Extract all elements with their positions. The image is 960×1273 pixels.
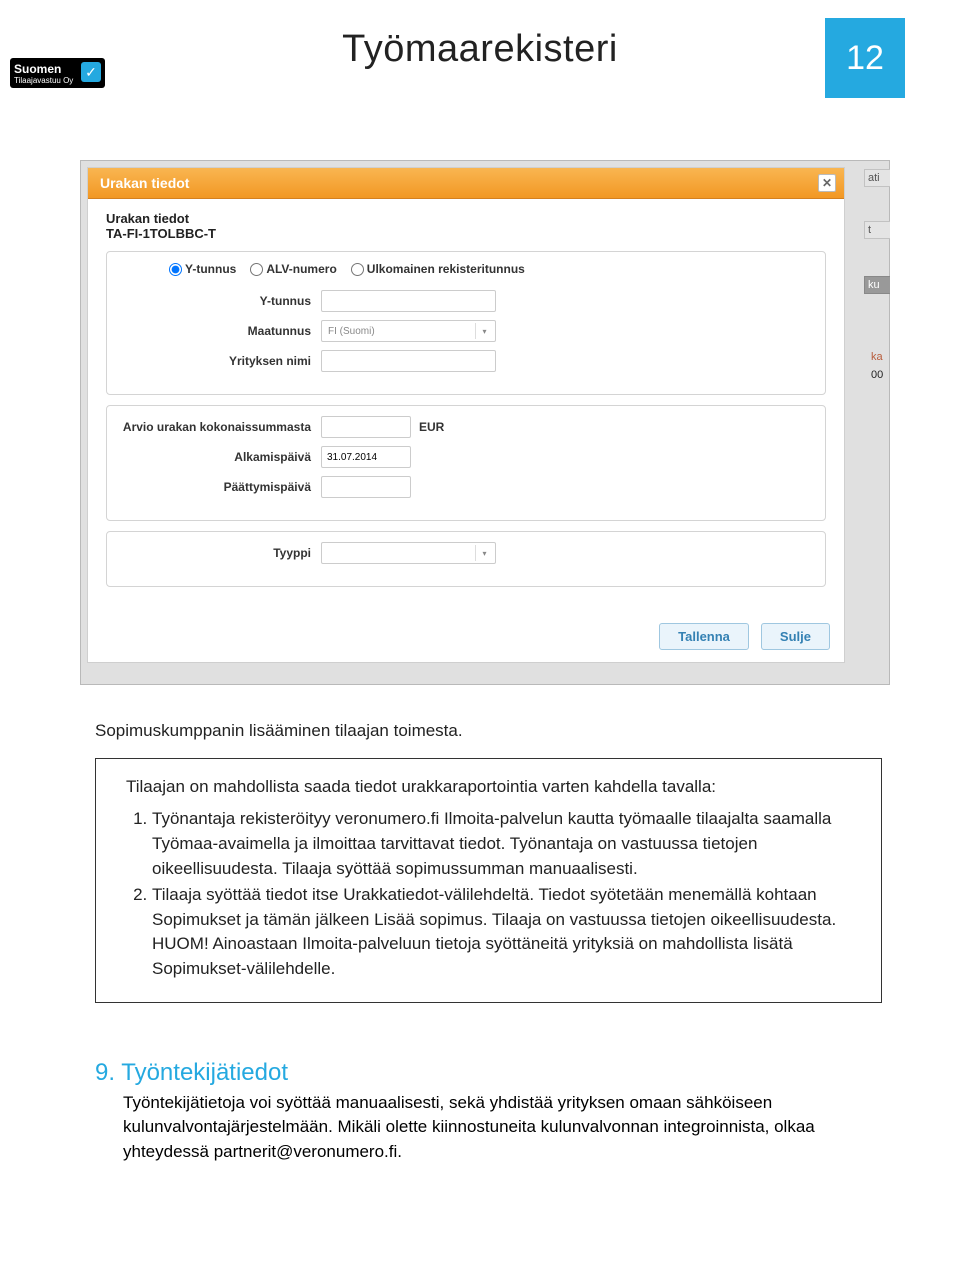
- label-maatunnus: Maatunnus: [121, 324, 321, 338]
- screenshot-panel: ati t ku ka 00 Urakan tiedot ✕ Urakan ti…: [80, 160, 890, 685]
- page-title: Työmaarekisteri: [0, 28, 960, 71]
- dialog-title-text: Urakan tiedot: [100, 175, 189, 191]
- radio-alv[interactable]: ALV-numero: [250, 262, 336, 276]
- info-box: Tilaajan on mahdollista saada tiedot ura…: [95, 758, 882, 1003]
- amount-fieldset: Arvio urakan kokonaissummasta EUR Alkami…: [106, 405, 826, 521]
- id-type-fieldset: Y-tunnus ALV-numero Ulkomainen rekisteri…: [106, 251, 826, 395]
- dialog-titlebar: Urakan tiedot ✕: [88, 168, 844, 199]
- label-tyyppi: Tyyppi: [121, 546, 321, 560]
- page-header: Suomen Tilaajavastuu Oy ✓ Työmaarekister…: [0, 0, 960, 130]
- save-button[interactable]: Tallenna: [659, 623, 749, 650]
- input-arvio[interactable]: [321, 416, 411, 438]
- currency-unit: EUR: [419, 420, 444, 434]
- radio-ytunnus[interactable]: Y-tunnus: [169, 262, 236, 276]
- page-number: 12: [825, 18, 905, 98]
- label-ytunnus: Y-tunnus: [121, 294, 321, 308]
- input-yritys[interactable]: [321, 350, 496, 372]
- logo-sub: Tilaajavastuu Oy: [14, 76, 73, 85]
- label-alkamispaiva: Alkamispäivä: [121, 450, 321, 464]
- screenshot-caption: Sopimuskumppanin lisääminen tilaajan toi…: [95, 719, 882, 744]
- list-item: Työnantaja rekisteröityy veronumero.fi I…: [152, 807, 861, 881]
- chevron-down-icon: ▾: [475, 545, 493, 561]
- label-arvio: Arvio urakan kokonaissummasta: [121, 420, 321, 434]
- label-paattymispaiva: Päättymispäivä: [121, 480, 321, 494]
- dialog-subtitle: Urakan tiedot: [106, 211, 826, 226]
- chevron-down-icon: ▾: [475, 323, 493, 339]
- bg-fragment: ku: [864, 276, 890, 294]
- radio-ulkomainen[interactable]: Ulkomainen rekisteritunnus: [351, 262, 525, 276]
- bg-fragment: t: [864, 221, 890, 239]
- bg-fragment: ati: [864, 169, 890, 187]
- close-dialog-button[interactable]: Sulje: [761, 623, 830, 650]
- section-body: Työntekijätietoja voi syöttää manuaalise…: [95, 1091, 882, 1165]
- select-maatunnus[interactable]: FI (Suomi) ▾: [321, 320, 496, 342]
- input-alkamispaiva[interactable]: [321, 446, 411, 468]
- section-heading: 9. Työntekijätiedot: [95, 1059, 882, 1087]
- dialog-code: TA-FI-1TOLBBC-T: [106, 226, 826, 241]
- input-paattymispaiva[interactable]: [321, 476, 411, 498]
- input-ytunnus[interactable]: [321, 290, 496, 312]
- close-button[interactable]: ✕: [818, 174, 836, 192]
- bg-fragment: ka: [871, 351, 891, 363]
- label-yritys: Yrityksen nimi: [121, 354, 321, 368]
- body-content: Sopimuskumppanin lisääminen tilaajan toi…: [95, 719, 882, 1003]
- select-tyyppi[interactable]: ▾: [321, 542, 496, 564]
- dialog-footer: Tallenna Sulje: [88, 611, 844, 662]
- section-9: 9. Työntekijätiedot Työntekijätietoja vo…: [95, 1059, 882, 1165]
- type-fieldset: Tyyppi ▾: [106, 531, 826, 587]
- bg-fragment: 00: [871, 369, 891, 381]
- intro-line: Tilaajan on mahdollista saada tiedot ura…: [126, 775, 861, 800]
- list-item: Tilaaja syöttää tiedot itse Urakkatiedot…: [152, 883, 861, 982]
- dialog-urakan-tiedot: Urakan tiedot ✕ Urakan tiedot TA-FI-1TOL…: [87, 167, 845, 663]
